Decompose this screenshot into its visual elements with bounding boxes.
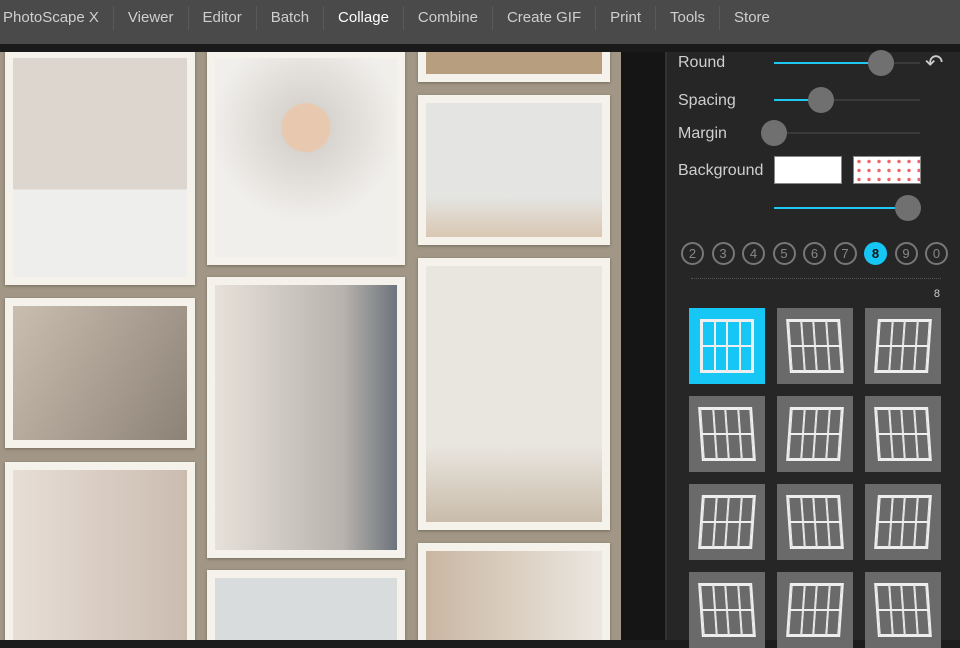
slider-knob[interactable] [807,87,834,113]
layout-grid-icon [786,319,844,373]
nav-tab-combine[interactable]: Combine [404,6,493,30]
photo-count-8[interactable]: 8 [864,242,887,265]
photo-count-5[interactable]: 5 [772,242,796,265]
layout-thumbnail[interactable] [689,396,765,472]
layout-thumbnail[interactable] [689,308,765,384]
layout-count: 8 [933,288,940,300]
margin-label: Margin [678,125,727,142]
nav-tab-editor[interactable]: Editor [189,6,257,30]
layout-thumbnail[interactable] [865,484,941,560]
layout-thumbnail[interactable] [865,396,941,472]
photo-frame[interactable] [418,52,610,82]
layout-thumbnail[interactable] [777,572,853,648]
photo-count-0[interactable]: 0 [925,242,948,265]
layout-grid-icon [698,407,756,461]
layout-grid-icon [786,407,844,461]
photo-frame[interactable] [418,543,610,640]
layout-grid-icon [874,583,932,637]
slider-knob[interactable] [761,120,787,146]
background-color-swatch[interactable] [774,156,842,184]
separator [691,278,941,279]
photo-frame[interactable] [207,570,405,640]
layout-grid-icon [698,583,756,637]
layout-grid-icon [786,583,844,637]
layout-thumbnail[interactable] [865,308,941,384]
photo-count-7[interactable]: 7 [833,242,857,265]
photo-frame[interactable] [418,258,610,530]
undo-icon[interactable]: ↶ [925,50,943,76]
collage-settings-panel: Round ↶ Spacing Margin Background 234567… [665,50,960,648]
nav-tab-print[interactable]: Print [596,6,656,30]
nav-tab-create-gif[interactable]: Create GIF [493,6,597,30]
layout-grid-icon [786,495,844,549]
nav-tab-store[interactable]: Store [720,6,784,30]
background-label: Background [678,162,764,179]
photo-count-9[interactable]: 9 [894,242,918,265]
round-slider[interactable] [774,50,920,76]
round-label: Round [678,54,726,71]
layout-thumbnail[interactable] [777,308,853,384]
photo-count-6[interactable]: 6 [803,242,826,265]
photo-count-4[interactable]: 4 [742,242,765,265]
collage-canvas[interactable] [0,52,621,640]
nav-tab-photoscape-x[interactable]: PhotoScape X [0,6,114,30]
nav-tab-tools[interactable]: Tools [656,6,721,30]
layout-grid-icon [874,319,932,373]
layout-thumbnail[interactable] [777,396,853,472]
photo-count-2[interactable]: 2 [681,242,704,265]
photo-frame[interactable] [5,462,195,640]
layout-grid-icon [700,319,754,373]
nav-tab-batch[interactable]: Batch [257,6,325,30]
photo-frame[interactable] [418,95,610,245]
layout-grid-icon [874,495,932,549]
slider-knob[interactable] [867,50,894,76]
photo-frame[interactable] [207,277,405,558]
layout-thumbnail[interactable] [777,484,853,560]
photo-frame[interactable] [207,52,405,265]
margin-slider[interactable] [761,120,920,146]
layout-thumbnail[interactable] [689,572,765,648]
spacing-slider[interactable] [774,87,920,113]
background-opacity-slider[interactable] [774,195,922,221]
background-pattern-swatch[interactable] [853,156,921,184]
photo-frame[interactable] [5,298,195,448]
layout-thumbnail[interactable] [865,572,941,648]
photo-frame[interactable] [5,52,195,285]
slider-knob[interactable] [895,195,922,221]
top-nav: PhotoScape X Viewer Editor Batch Collage Comb… [0,0,960,52]
layout-thumbnail[interactable] [689,484,765,560]
nav-tab-collage[interactable]: Collage [324,6,404,30]
spacing-label: Spacing [678,92,736,109]
divider [621,52,665,640]
layout-grid-icon [698,495,756,549]
nav-tab-viewer[interactable]: Viewer [114,6,189,30]
photo-count-3[interactable]: 3 [711,242,735,265]
layout-grid-icon [874,407,932,461]
